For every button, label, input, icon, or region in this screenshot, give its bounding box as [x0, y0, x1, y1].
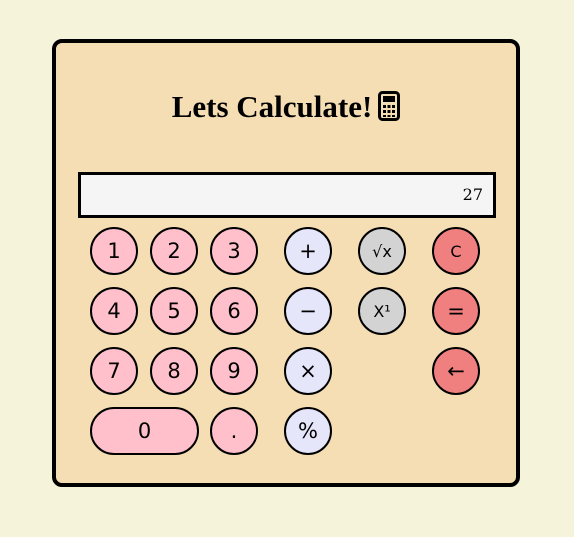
display-field[interactable]: 27 — [78, 172, 496, 218]
button-2[interactable]: 2 — [150, 227, 198, 275]
button-3[interactable]: 3 — [210, 227, 258, 275]
button-9[interactable]: 9 — [210, 347, 258, 395]
multiply-button[interactable]: × — [284, 347, 332, 395]
backspace-button[interactable]: ← — [432, 347, 480, 395]
button-5[interactable]: 5 — [150, 287, 198, 335]
display-value: 27 — [462, 185, 483, 204]
calculator-panel: Lets Calculate! 27 1 2 3 + √x C 4 5 6 − … — [52, 39, 520, 487]
power-button[interactable]: X¹ — [358, 287, 406, 335]
button-6[interactable]: 6 — [210, 287, 258, 335]
square-root-button[interactable]: √x — [358, 227, 406, 275]
add-button[interactable]: + — [284, 227, 332, 275]
button-8[interactable]: 8 — [150, 347, 198, 395]
decimal-button[interactable]: . — [210, 407, 258, 455]
page-title: Lets Calculate! — [56, 87, 516, 127]
button-1[interactable]: 1 — [90, 227, 138, 275]
button-7[interactable]: 7 — [90, 347, 138, 395]
subtract-button[interactable]: − — [284, 287, 332, 335]
button-4[interactable]: 4 — [90, 287, 138, 335]
clear-button[interactable]: C — [432, 227, 480, 275]
equals-button[interactable]: = — [432, 287, 480, 335]
button-0[interactable]: 0 — [90, 407, 199, 455]
percent-button[interactable]: % — [284, 407, 332, 455]
title-text: Lets Calculate! — [171, 89, 373, 124]
calculator-icon — [378, 91, 401, 131]
